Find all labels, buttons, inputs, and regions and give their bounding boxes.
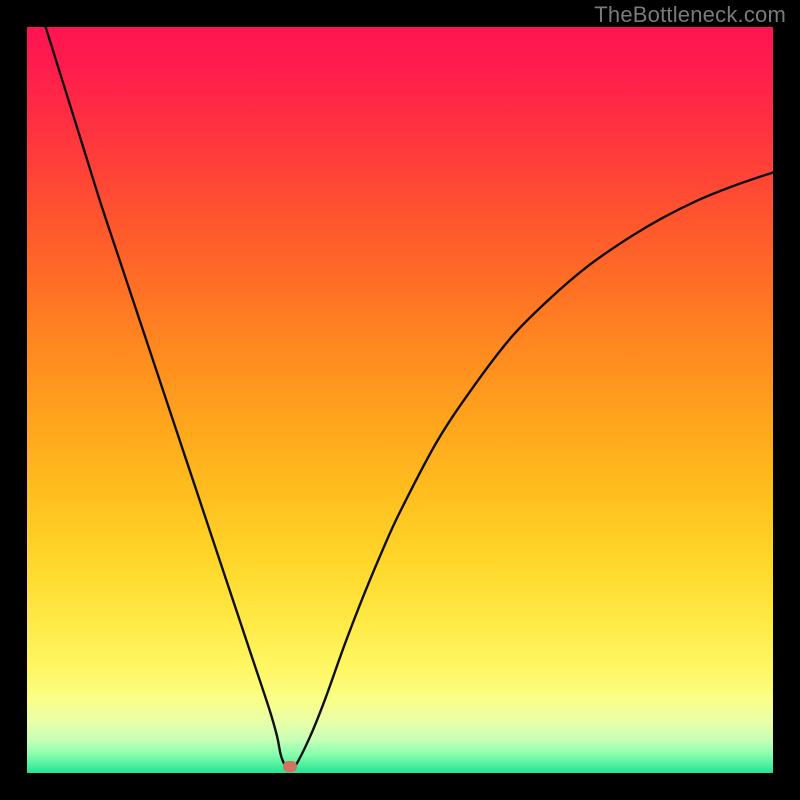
bottleneck-curve-path <box>46 27 773 768</box>
optimal-point-marker <box>283 761 297 772</box>
bottleneck-curve-svg <box>27 27 773 773</box>
chart-plot-area <box>27 27 773 773</box>
watermark-text: TheBottleneck.com <box>594 2 786 28</box>
